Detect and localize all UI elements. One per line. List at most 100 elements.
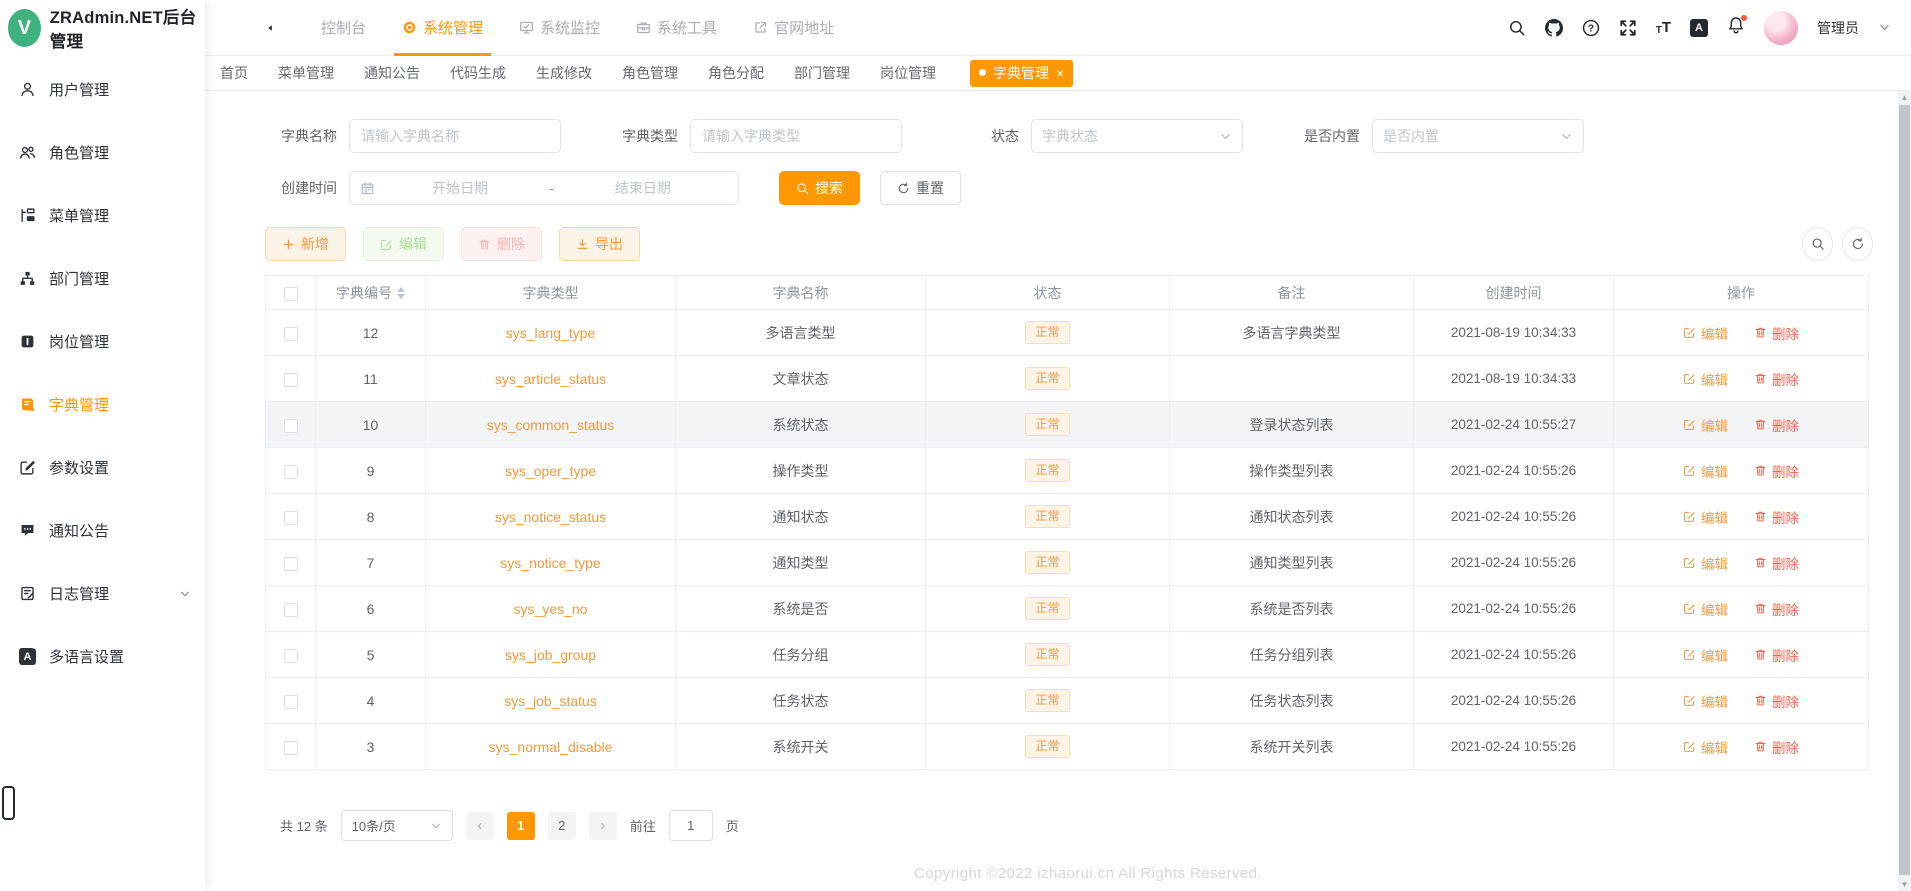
row-edit-button[interactable]: 编辑 <box>1683 369 1728 389</box>
reset-button[interactable]: 重置 <box>880 171 961 205</box>
app-logo[interactable]: V ZRAdmin.NET后台管理 <box>0 0 205 56</box>
row-checkbox[interactable] <box>283 372 298 387</box>
sidebar-item-9[interactable]: 日志管理 <box>0 562 205 625</box>
row-delete-button[interactable]: 删除 <box>1754 553 1799 573</box>
builtin-select[interactable]: 是否内置 <box>1372 119 1584 153</box>
sidebar-item-10[interactable]: A ˟ 多语言设置 <box>0 625 205 688</box>
sidebar-item-2[interactable]: 角色管理 <box>0 121 205 184</box>
tab-2[interactable]: 菜单管理 <box>278 63 334 83</box>
sort-toggle[interactable] <box>397 283 405 303</box>
sidebar-item-7[interactable]: 参数设置 <box>0 436 205 499</box>
row-delete-button[interactable]: 删除 <box>1754 645 1799 665</box>
tab-5[interactable]: 生成修改 <box>536 63 592 83</box>
dict-type-link[interactable]: sys_notice_type <box>500 555 600 571</box>
nav-item-2[interactable]: 系统管理 <box>384 0 501 56</box>
help-icon[interactable] <box>1582 19 1600 37</box>
start-date-input[interactable] <box>375 180 546 196</box>
tab-6[interactable]: 角色管理 <box>622 63 678 83</box>
row-edit-button[interactable]: 编辑 <box>1683 415 1728 435</box>
show-search-toggle-button[interactable] <box>1802 227 1833 261</box>
next-page-button[interactable]: › <box>588 811 617 840</box>
goto-page-input[interactable] <box>668 810 713 841</box>
sidebar-item-6[interactable]: 字典管理 <box>0 373 205 436</box>
dict-type-link[interactable]: sys_normal_disable <box>489 739 613 755</box>
scrollbar-thumb[interactable] <box>1899 105 1910 875</box>
row-checkbox[interactable] <box>283 464 298 479</box>
tab-8[interactable]: 部门管理 <box>794 63 850 83</box>
bell-icon[interactable] <box>1727 14 1748 39</box>
add-button[interactable]: 新增 <box>265 227 346 261</box>
dict-type-link[interactable]: sys_common_status <box>487 417 615 433</box>
menu-fold-icon[interactable] <box>253 18 273 38</box>
sidebar-item-3[interactable]: 菜单管理 <box>0 184 205 247</box>
date-range-picker[interactable]: - <box>349 171 739 205</box>
row-delete-button[interactable]: 删除 <box>1754 369 1799 389</box>
row-delete-button[interactable]: 删除 <box>1754 737 1799 757</box>
sidebar-item-4[interactable]: 部门管理 <box>0 247 205 310</box>
row-checkbox[interactable] <box>283 326 298 341</box>
nav-item-4[interactable]: 系统工具 <box>618 0 735 56</box>
fullscreen-icon[interactable] <box>1619 19 1637 37</box>
sidebar-item-8[interactable]: 通知公告 <box>0 499 205 562</box>
row-edit-button[interactable]: 编辑 <box>1683 645 1728 665</box>
row-edit-button[interactable]: 编辑 <box>1683 737 1728 757</box>
tab-4[interactable]: 代码生成 <box>450 63 506 83</box>
row-checkbox[interactable] <box>283 418 298 433</box>
row-checkbox[interactable] <box>283 740 298 755</box>
row-edit-button[interactable]: 编辑 <box>1683 507 1728 527</box>
search-icon[interactable] <box>1508 19 1526 37</box>
dict-type-link[interactable]: sys_job_status <box>504 693 597 709</box>
row-checkbox[interactable] <box>283 556 298 571</box>
export-button[interactable]: 导出 <box>559 227 640 261</box>
scroll-down-arrow[interactable]: ▼ <box>1898 878 1911 891</box>
refresh-table-button[interactable] <box>1842 227 1873 261</box>
edit-button[interactable]: 编辑 <box>363 227 444 261</box>
row-delete-button[interactable]: 删除 <box>1754 323 1799 343</box>
dict-type-link[interactable]: sys_notice_status <box>495 509 606 525</box>
row-checkbox[interactable] <box>283 694 298 709</box>
row-edit-button[interactable]: 编辑 <box>1683 599 1728 619</box>
close-icon[interactable]: × <box>1056 66 1064 80</box>
row-edit-button[interactable]: 编辑 <box>1683 553 1728 573</box>
page-button-1[interactable]: 1 <box>506 811 535 840</box>
end-date-input[interactable] <box>557 180 729 196</box>
page-button-2[interactable]: 2 <box>547 811 576 840</box>
row-checkbox[interactable] <box>283 510 298 525</box>
row-checkbox[interactable] <box>283 602 298 617</box>
dict-type-link[interactable]: sys_oper_type <box>505 463 596 479</box>
row-edit-button[interactable]: 编辑 <box>1683 323 1728 343</box>
row-delete-button[interactable]: 删除 <box>1754 415 1799 435</box>
search-button[interactable]: 搜索 <box>779 171 860 205</box>
nav-item-1[interactable]: 控制台 <box>303 0 384 56</box>
prev-page-button[interactable]: ‹ <box>465 811 494 840</box>
page-size-select[interactable]: 10条/页 <box>340 810 453 841</box>
dict-name-input[interactable] <box>349 119 561 153</box>
row-edit-button[interactable]: 编辑 <box>1683 461 1728 481</box>
dict-type-link[interactable]: sys_yes_no <box>514 601 588 617</box>
row-edit-button[interactable]: 编辑 <box>1683 691 1728 711</box>
sidebar-item-5[interactable]: 岗位管理 <box>0 310 205 373</box>
row-delete-button[interactable]: 删除 <box>1754 461 1799 481</box>
row-delete-button[interactable]: 删除 <box>1754 691 1799 711</box>
translate-icon[interactable]: A ˟ <box>1690 17 1708 37</box>
dict-type-link[interactable]: sys_lang_type <box>506 325 596 341</box>
status-select[interactable]: 字典状态 <box>1031 119 1243 153</box>
scroll-up-arrow[interactable]: ▲ <box>1898 91 1911 104</box>
nav-item-5[interactable]: 官网地址 <box>735 0 852 56</box>
github-icon[interactable] <box>1545 19 1563 37</box>
tab-3[interactable]: 通知公告 <box>364 63 420 83</box>
sidebar-drag-handle[interactable] <box>2 786 15 820</box>
row-delete-button[interactable]: 删除 <box>1754 507 1799 527</box>
user-name[interactable]: 管理员 <box>1817 18 1859 38</box>
delete-button[interactable]: 删除 <box>461 227 542 261</box>
tab-1[interactable]: 首页 <box>220 63 248 83</box>
sidebar-item-1[interactable]: 用户管理 <box>0 58 205 121</box>
dict-type-link[interactable]: sys_article_status <box>495 371 606 387</box>
nav-item-3[interactable]: 系统监控 <box>501 0 618 56</box>
tab-active[interactable]: 字典管理 × <box>970 59 1074 87</box>
tab-9[interactable]: 岗位管理 <box>880 63 936 83</box>
font-size-icon[interactable]: TT <box>1656 19 1671 36</box>
user-avatar[interactable] <box>1764 10 1798 45</box>
select-all-checkbox[interactable] <box>283 286 298 301</box>
row-delete-button[interactable]: 删除 <box>1754 599 1799 619</box>
